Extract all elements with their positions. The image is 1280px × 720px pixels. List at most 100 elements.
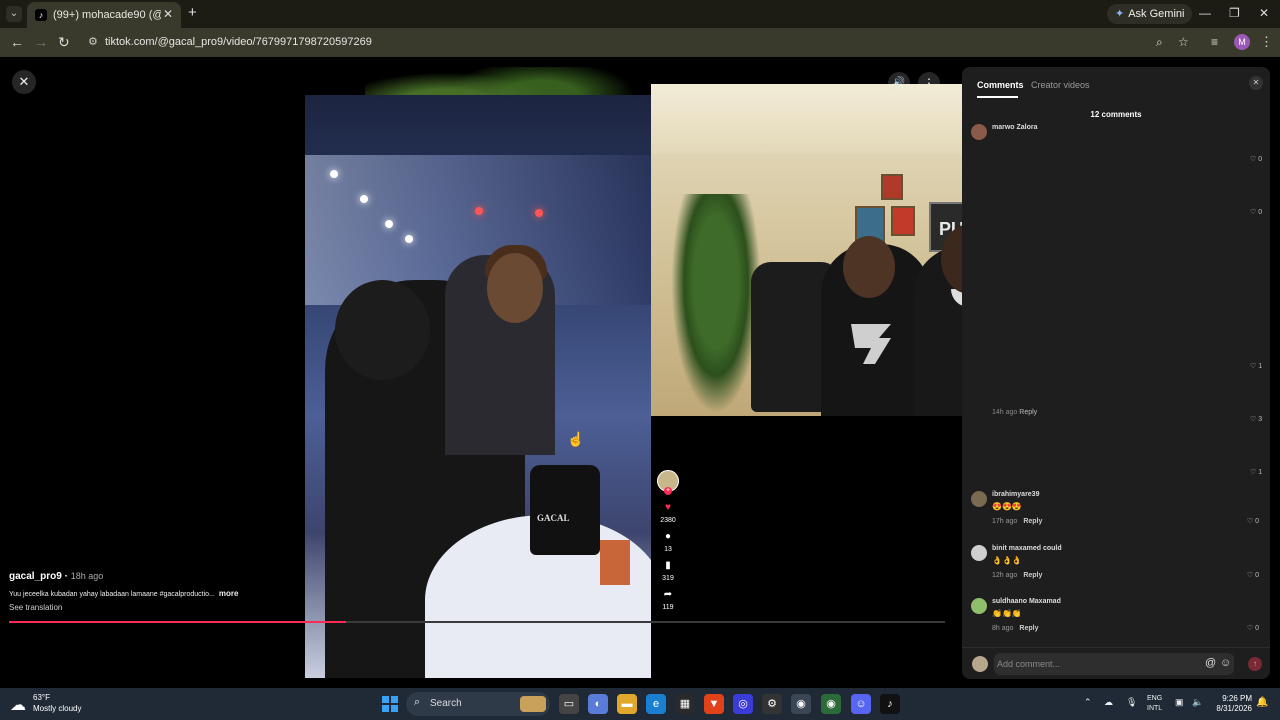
commenter-name[interactable]: suldhaano Maxamad xyxy=(992,598,1061,605)
heart-icon: ♥ xyxy=(665,502,671,513)
side-like[interactable]: ♡ 3 xyxy=(1250,415,1262,423)
string-light xyxy=(385,220,393,228)
bag-logo: GACAL xyxy=(537,513,570,523)
comment-button[interactable]: ● 13 xyxy=(655,531,681,553)
overlay-poster xyxy=(891,206,915,236)
forward-arrow-icon[interactable]: → xyxy=(34,34,48,50)
commenter-name[interactable]: binit maxamed could xyxy=(992,545,1062,552)
panel-close-icon[interactable]: ✕ xyxy=(1249,76,1263,90)
commenter-avatar[interactable] xyxy=(971,491,987,507)
zoom-icon[interactable]: ⌕ xyxy=(1156,35,1163,50)
profile-avatar[interactable]: M xyxy=(1234,34,1250,50)
task-view-icon[interactable]: ▭ xyxy=(559,694,579,714)
tab-close-icon[interactable]: ✕ xyxy=(163,7,173,21)
send-arrow-icon[interactable]: ↑ xyxy=(1248,657,1262,671)
commenter-avatar[interactable] xyxy=(971,598,987,614)
ask-gemini-button[interactable]: ✦ Ask Gemini xyxy=(1107,4,1193,24)
share-count: 119 xyxy=(662,604,674,611)
restore-icon[interactable]: ❐ xyxy=(1229,6,1240,20)
comment-like[interactable]: ♡ 0 xyxy=(1247,624,1259,632)
window-close-icon[interactable]: ✕ xyxy=(1259,6,1269,20)
back-arrow-icon[interactable]: ← xyxy=(10,34,24,50)
video-progress-bar[interactable] xyxy=(9,621,945,623)
emoji-icon[interactable]: ☺ xyxy=(1220,657,1231,669)
browser-menu-icon[interactable]: ⋮ xyxy=(1260,34,1273,50)
media-controls-icon[interactable]: ≡ xyxy=(1211,35,1218,49)
commenter-name[interactable]: marwo Zalora xyxy=(992,124,1038,131)
side-like-count: 3 xyxy=(1258,416,1263,423)
app-notify-icon[interactable]: ⚙ xyxy=(762,694,782,714)
bookmark-icon: ▮ xyxy=(665,560,671,571)
copilot-icon[interactable]: ◐ xyxy=(588,694,608,714)
ask-gemini-label: Ask Gemini xyxy=(1128,8,1185,20)
language-indicator[interactable]: ENG INTL xyxy=(1147,694,1162,714)
comment-like-count: 0 xyxy=(1255,572,1259,579)
side-like[interactable]: ♡ 0 xyxy=(1250,208,1262,216)
comment-like[interactable]: ♡ 0 xyxy=(1247,571,1259,579)
file-explorer-icon[interactable]: ▬ xyxy=(617,694,637,714)
mention-icon[interactable]: @ xyxy=(1205,657,1216,669)
minimize-icon[interactable]: — xyxy=(1199,6,1211,20)
site-info-icon[interactable]: ⚙ xyxy=(88,35,98,48)
string-light xyxy=(475,207,483,215)
comment-icon: ● xyxy=(664,531,672,542)
tab-creator-videos[interactable]: Creator videos xyxy=(1031,80,1090,90)
tab-search-chevron-icon[interactable]: ⌄ xyxy=(6,6,22,22)
edge-icon[interactable]: e xyxy=(646,694,666,714)
side-like[interactable]: ♡ 1 xyxy=(1250,468,1262,476)
side-like[interactable]: ♡ 0 xyxy=(1250,155,1262,163)
chrome-icon[interactable]: ◉ xyxy=(791,694,811,714)
weather-temp[interactable]: 63°F xyxy=(33,693,50,702)
tiktok-icon[interactable]: ♪ xyxy=(880,694,900,714)
comment-like[interactable]: ♡ 0 xyxy=(1247,517,1259,525)
app-icon[interactable]: ◎ xyxy=(733,694,753,714)
taskbar-search[interactable]: ⌕ Search xyxy=(406,692,550,716)
video-author[interactable]: gacal_pro9 · 18h ago xyxy=(9,571,103,582)
follow-plus-icon[interactable]: + xyxy=(664,487,672,495)
reply-button[interactable]: Reply xyxy=(1019,625,1038,632)
tab-comments[interactable]: Comments xyxy=(977,80,1024,90)
start-windows-icon[interactable] xyxy=(382,696,398,712)
browser-toolbar: ← → ↻ ⚙ tiktok.com/@gacal_pro9/video/767… xyxy=(0,28,1280,57)
main-video[interactable]: GACAL xyxy=(305,95,651,678)
store-icon[interactable]: ▦ xyxy=(675,694,695,714)
brave-icon[interactable]: ▼ xyxy=(704,694,724,714)
reload-icon[interactable]: ↻ xyxy=(58,34,70,51)
commenter-avatar[interactable] xyxy=(971,124,987,140)
discord-icon[interactable]: ☺ xyxy=(851,694,871,714)
lang-code: ENG xyxy=(1147,695,1163,702)
cloud-weather-icon[interactable]: ☁ xyxy=(10,695,26,715)
close-video-button[interactable]: ✕ xyxy=(12,70,36,94)
address-bar[interactable]: ⚙ tiktok.com/@gacal_pro9/video/767997179… xyxy=(80,31,1200,54)
add-comment-input[interactable]: Add comment... @ ☺ xyxy=(994,653,1234,675)
save-button[interactable]: ▮ 319 xyxy=(655,560,681,582)
see-translation-link[interactable]: See translation xyxy=(9,603,62,612)
caption-more-link[interactable]: more xyxy=(219,589,239,598)
notification-bell-icon[interactable]: 🔔 xyxy=(1256,697,1268,708)
side-like[interactable]: ♡ 1 xyxy=(1250,362,1262,370)
like-button[interactable]: ♥ 2380 xyxy=(655,502,681,524)
tray-chevron-icon[interactable]: ⌃ xyxy=(1084,697,1092,708)
side-like-count: 1 xyxy=(1258,469,1263,476)
reply-button[interactable]: Reply xyxy=(1023,572,1042,579)
bookmark-star-icon[interactable]: ☆ xyxy=(1178,35,1189,49)
new-tab-button[interactable]: + xyxy=(188,4,197,21)
tray-app-icon[interactable]: ☁ xyxy=(1104,697,1113,708)
weather-desc[interactable]: Mostly cloudy xyxy=(33,704,81,713)
string-light xyxy=(360,195,368,203)
hidden-reply-button[interactable]: Reply xyxy=(1019,409,1037,416)
commenter-avatar[interactable] xyxy=(971,545,987,561)
reply-button[interactable]: Reply xyxy=(1023,518,1042,525)
video-box xyxy=(600,540,630,585)
share-button[interactable]: ➦ 119 xyxy=(655,589,681,611)
clock[interactable]: 9:26 PM 8/31/2026 xyxy=(1212,694,1252,714)
speaker-icon[interactable]: 🔈 xyxy=(1192,697,1203,708)
browser-tab-active[interactable]: ♪ (99+) mohacade90 (@mohadip... ✕ xyxy=(27,2,181,28)
chrome-profile-icon[interactable]: ◉ xyxy=(821,694,841,714)
string-light xyxy=(405,235,413,243)
video-bag xyxy=(530,465,600,555)
network-icon[interactable]: ▣ xyxy=(1175,697,1184,708)
microphone-icon[interactable]: 🎙 xyxy=(1126,697,1137,708)
comment-meta: 12h ago Reply xyxy=(992,572,1042,579)
commenter-name[interactable]: ibrahimyare39 xyxy=(992,491,1039,498)
